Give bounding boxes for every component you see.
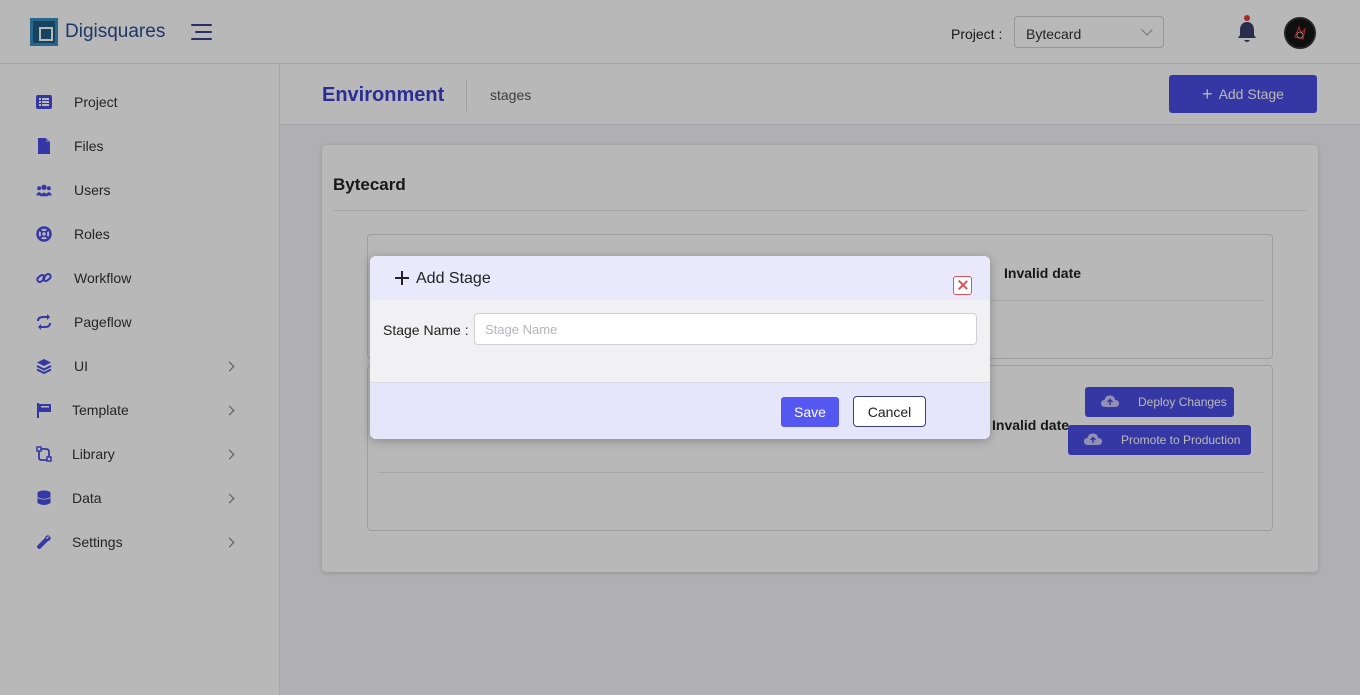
modal-title: Add Stage (416, 270, 491, 287)
stage-name-label: Stage Name : (383, 322, 469, 338)
modal-header: Add Stage (370, 256, 990, 300)
modal-footer: Save Cancel (370, 382, 990, 439)
close-icon[interactable] (953, 276, 972, 295)
add-stage-modal: Add Stage Stage Name : Save Cancel (370, 256, 990, 439)
plus-icon (395, 271, 409, 285)
save-button[interactable]: Save (781, 397, 839, 427)
stage-name-input[interactable] (474, 313, 977, 345)
cancel-button[interactable]: Cancel (853, 396, 926, 427)
